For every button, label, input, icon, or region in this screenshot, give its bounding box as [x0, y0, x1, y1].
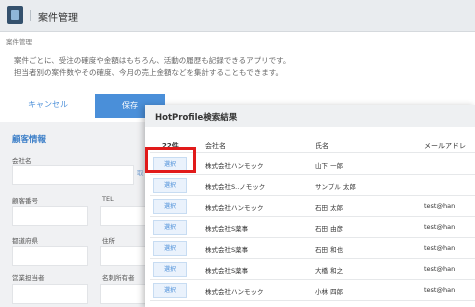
column-header-name: 氏名: [315, 142, 329, 150]
cell-company: 株式会社ハンモック: [205, 288, 264, 296]
company-field[interactable]: [12, 165, 134, 185]
address-field[interactable]: [100, 246, 146, 266]
row-divider: [150, 237, 475, 238]
cell-email: test@han: [424, 244, 456, 252]
cell-name: 石田 由彦: [315, 225, 344, 233]
select-button[interactable]: 選択: [153, 262, 187, 277]
cell-email: test@han: [424, 223, 456, 231]
select-button[interactable]: 選択: [153, 241, 187, 256]
cell-company: 株式会社ハンモック: [205, 162, 264, 170]
description-line-2: 担当者別の案件数やその確度、今月の売上金額などを集計することもできます。: [14, 68, 283, 77]
prefecture-label: 都道府県: [12, 237, 38, 245]
account-number-field[interactable]: [12, 206, 88, 226]
hotprofile-search-modal: HotProfile検索結果 22件 会社名 氏名 メールアドレ 選択 株式会社ハ…: [145, 105, 475, 307]
app-description: 案件ごとに、受注の確度や金額はもちろん、活動の履歴も記録できるアプリです。 担当…: [14, 55, 454, 79]
modal-header: HotProfile検索結果: [145, 105, 475, 127]
address-label: 住所: [102, 237, 115, 245]
cell-email: test@han: [424, 265, 456, 273]
row-divider: [150, 258, 475, 259]
cell-name: サンプル 太郎: [315, 183, 356, 191]
account-number-label: 顧客番号: [12, 197, 38, 205]
select-button[interactable]: 選択: [153, 283, 187, 298]
cell-company: 株式会社ハンモック: [205, 204, 264, 212]
cell-company: 株式会社S薬事: [205, 267, 249, 275]
sales-rep-field[interactable]: [12, 284, 88, 304]
row-divider: [150, 195, 475, 196]
cell-name: 石田 太郎: [315, 204, 344, 212]
row-divider: [150, 216, 475, 217]
app-header: 案件管理: [0, 0, 475, 32]
modal-title: HotProfile検索結果: [155, 113, 238, 123]
card-owner-field[interactable]: [100, 284, 146, 304]
cancel-button[interactable]: キャンセル: [10, 94, 86, 116]
card-owner-label: 名刺所有者: [102, 274, 135, 282]
tel-label: TEL: [102, 195, 114, 203]
header-divider-line: [150, 152, 475, 153]
tel-field[interactable]: [100, 206, 146, 226]
cell-name: 大橋 和之: [315, 267, 344, 275]
breadcrumb[interactable]: 案件管理: [6, 36, 32, 46]
company-label: 会社名: [12, 157, 32, 165]
cell-company: 株式会社S薬事: [205, 225, 249, 233]
app-icon[interactable]: [7, 6, 23, 24]
cell-name: 山下 一郎: [315, 162, 344, 170]
app-title: 案件管理: [38, 13, 78, 24]
column-header-email: メールアドレ: [424, 142, 466, 150]
cell-email: test@han: [424, 286, 456, 294]
cell-email: test@han: [424, 202, 456, 210]
select-button[interactable]: 選択: [153, 199, 187, 214]
select-button[interactable]: 選択: [153, 220, 187, 235]
row-divider: [150, 174, 475, 175]
prefecture-field[interactable]: [12, 246, 88, 266]
row-divider: [150, 279, 475, 280]
cell-company: 株式会社S..ノモック: [205, 183, 266, 191]
column-header-company: 会社名: [205, 142, 226, 150]
select-highlight-box: [145, 147, 196, 173]
row-divider: [150, 300, 475, 301]
select-button[interactable]: 選択: [153, 178, 187, 193]
header-divider: [30, 10, 31, 21]
cell-name: 石田 和也: [315, 246, 344, 254]
description-line-1: 案件ごとに、受注の確度や金額はもちろん、活動の履歴も記録できるアプリです。: [14, 56, 291, 65]
section-title-customer-info: 顧客情報: [12, 135, 47, 145]
sales-rep-label: 営業担当者: [12, 274, 45, 282]
cell-company: 株式会社S薬事: [205, 246, 249, 254]
lookup-link[interactable]: 取: [137, 167, 144, 177]
cell-name: 小林 四郎: [315, 288, 344, 296]
